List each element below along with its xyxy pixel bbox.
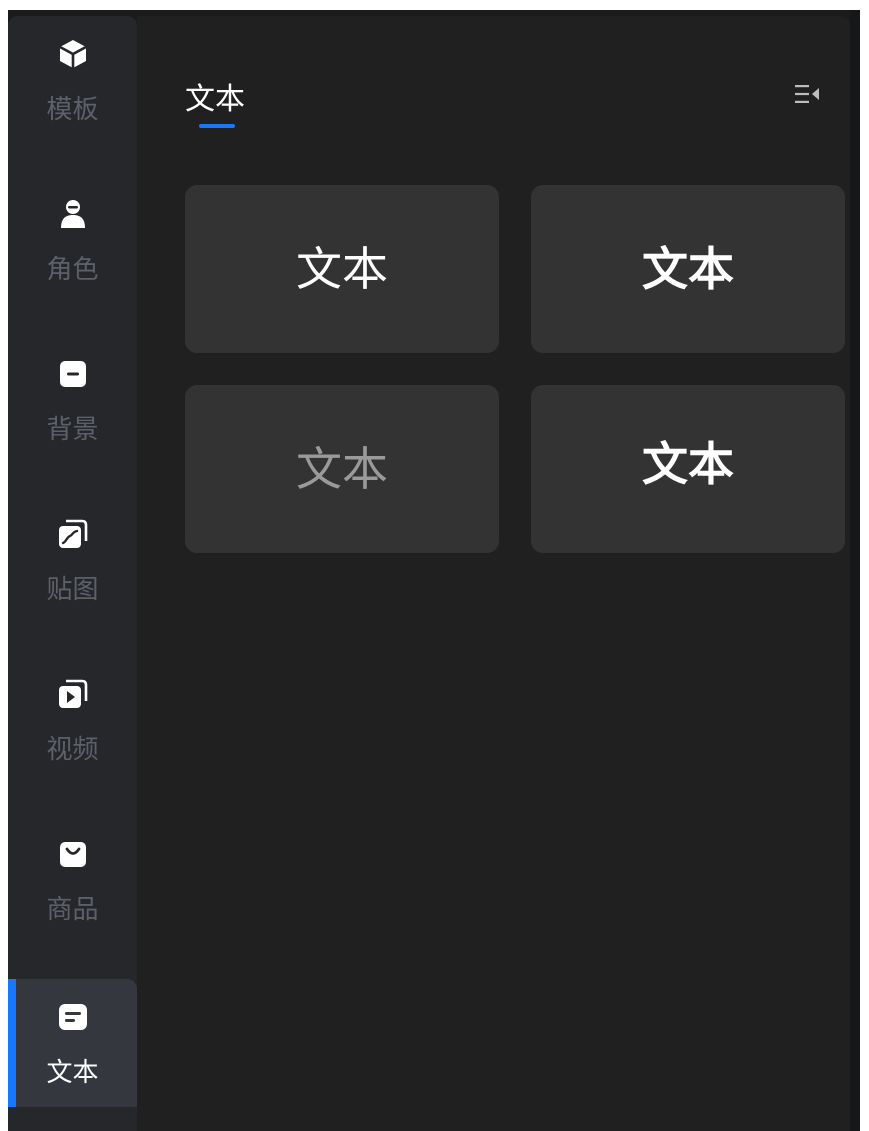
sidebar-item-label: 模板 bbox=[46, 95, 99, 125]
sidebar-item-label: 文本 bbox=[46, 1058, 99, 1088]
sticker-image-icon bbox=[57, 518, 89, 550]
text-style-sample: 文本 bbox=[296, 242, 388, 296]
sidebar-item-text[interactable]: 文本 bbox=[8, 979, 137, 1107]
sidebar-item-sticker[interactable]: 贴图 bbox=[8, 496, 137, 624]
text-style-sample: 文本 bbox=[642, 437, 734, 491]
window-edge bbox=[850, 10, 860, 1131]
sidebar-item-video[interactable]: 视频 bbox=[8, 656, 137, 784]
tab-text[interactable]: 文本 bbox=[185, 74, 245, 118]
sidebar-item-label: 角色 bbox=[46, 255, 99, 285]
sidebar-item-label: 贴图 bbox=[46, 575, 99, 605]
video-play-icon bbox=[57, 678, 89, 710]
sidebar-item-background[interactable]: 背景 bbox=[8, 336, 137, 464]
sidebar-item-label: 背景 bbox=[46, 415, 99, 445]
shopping-bag-icon bbox=[57, 838, 89, 870]
text-panel: 文本 文本 文本 文本 文本 bbox=[137, 16, 850, 1131]
character-person-icon bbox=[57, 198, 89, 230]
sidebar-item-character[interactable]: 角色 bbox=[8, 176, 137, 304]
text-style-card-thin[interactable]: 文本 bbox=[185, 385, 499, 553]
sidebar-item-template[interactable]: 模板 bbox=[8, 16, 137, 144]
sidebar-item-label: 商品 bbox=[46, 895, 99, 925]
text-style-card-bold[interactable]: 文本 bbox=[531, 185, 845, 353]
app-window: 模板 角色 背景 贴图 视频 商品 文本 文本 文本 文本 文本 文本 bbox=[8, 10, 860, 1131]
sidebar: 模板 角色 背景 贴图 视频 商品 文本 bbox=[8, 16, 137, 1131]
template-box-icon bbox=[57, 38, 89, 70]
text-style-card-semibold[interactable]: 文本 bbox=[531, 385, 845, 553]
text-style-card-regular[interactable]: 文本 bbox=[185, 185, 499, 353]
text-style-sample: 文本 bbox=[296, 442, 388, 496]
tab-active-underline bbox=[199, 124, 235, 128]
sidebar-item-goods[interactable]: 商品 bbox=[8, 816, 137, 944]
background-icon bbox=[57, 358, 89, 390]
text-icon bbox=[57, 1001, 89, 1033]
sidebar-item-label: 视频 bbox=[46, 735, 99, 765]
collapse-panel-icon[interactable] bbox=[794, 82, 822, 106]
text-style-sample: 文本 bbox=[642, 242, 734, 296]
